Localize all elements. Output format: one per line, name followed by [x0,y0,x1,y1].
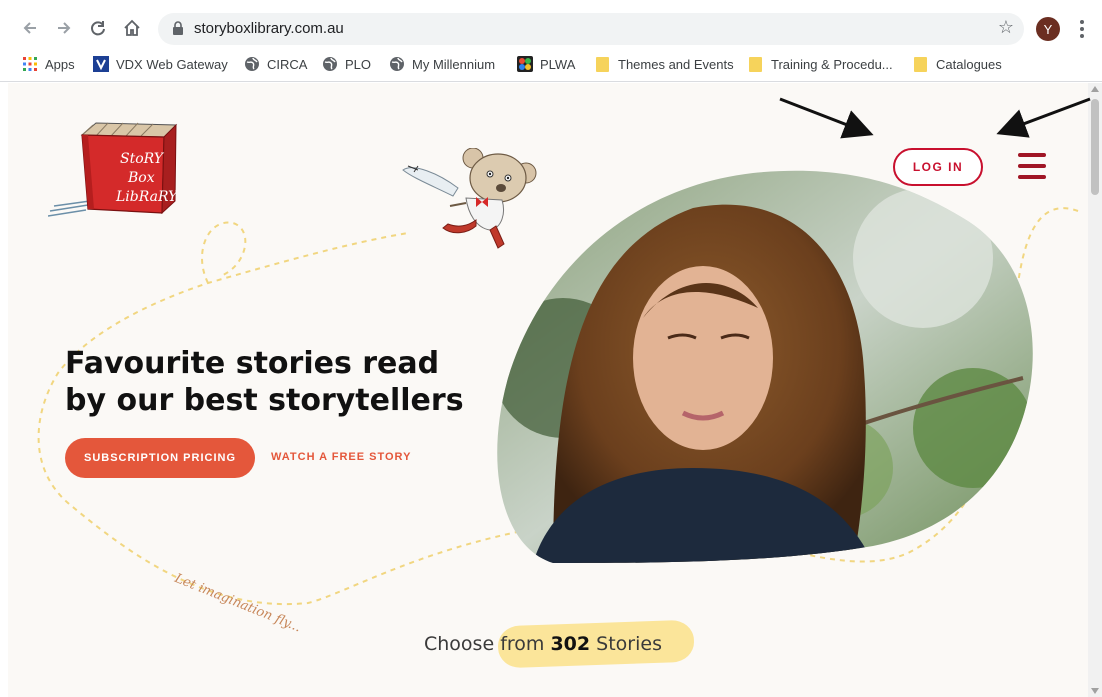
scrollbar-thumb[interactable] [1091,99,1099,195]
folder-icon [749,57,762,72]
back-arrow-icon [23,22,36,34]
subscription-pricing-button[interactable]: SUBSCRIPTION PRICING [65,438,255,478]
bookmark-themes-and-events[interactable]: Themes and Events [595,54,734,74]
browser-chrome: storyboxlibrary.com.au ☆ Y Apps VDX Web … [0,0,1102,82]
bookmark-label: PLWA [540,56,576,72]
watch-free-story-link[interactable]: WATCH A FREE STORY [271,451,411,463]
folder-icon [596,57,609,72]
profile-avatar[interactable]: Y [1036,17,1060,41]
hero-headline-line1: Favourite stories read [65,346,440,381]
bookmark-label: CIRCA [267,56,308,72]
logo-text-box: Box [127,170,155,186]
reload-button[interactable] [84,14,112,42]
reload-icon [91,21,105,36]
address-bar[interactable]: storyboxlibrary.com.au ☆ [158,13,1024,45]
logo-text-story: StoRY [120,151,165,167]
forward-arrow-icon [58,22,71,34]
bookmark-catalogues[interactable]: Catalogues [913,54,1002,74]
hero-headline: Favourite stories read by our best story… [65,345,485,419]
bookmarks-bar: Apps VDX Web Gateway CIRCA PLO My Millen… [0,50,1102,78]
page-viewport: StoRY Box LibRaRY LOG IN Favourite stori… [8,83,1088,697]
lock-icon [173,21,183,35]
choose-suffix: Stories [590,633,662,655]
address-url: storyboxlibrary.com.au [194,20,344,37]
bookmark-label: PLO [345,56,372,72]
forward-button[interactable] [50,14,78,42]
bookmark-label: Apps [45,56,75,72]
bookmark-apps[interactable]: Apps [22,54,75,74]
globe-icon [245,57,259,71]
page-scrollbar[interactable] [1088,83,1102,697]
apps-grid-icon [23,57,37,71]
back-button[interactable] [16,14,44,42]
story-box-library-logo[interactable]: StoRY Box LibRaRY [48,113,188,218]
bookmark-label: My Millennium [412,56,496,72]
bookmark-label: Themes and Events [618,56,734,72]
globe-icon [390,57,404,71]
scroll-up-arrow-icon[interactable] [1091,86,1099,92]
plwa-favicon-icon [517,56,533,72]
home-icon [124,19,140,36]
hero-headline-line2: by our best storytellers [65,383,464,418]
bookmark-my-millennium[interactable]: My Millennium [389,54,495,74]
hero-video[interactable] [493,168,1038,563]
globe-icon [323,57,337,71]
bookmark-label: Catalogues [936,56,1002,72]
bookmark-star-icon[interactable]: ☆ [998,17,1014,38]
bookmark-label: VDX Web Gateway [116,56,228,72]
choose-from: from [500,633,551,655]
bookmark-plwa[interactable]: PLWA [517,54,575,74]
vdx-favicon-icon [93,56,109,72]
folder-icon [914,57,927,72]
browser-toolbar: storyboxlibrary.com.au ☆ Y [0,8,1102,48]
browser-menu-icon[interactable] [1078,19,1086,39]
bookmark-vdx-web-gateway[interactable]: VDX Web Gateway [93,54,228,74]
bookmark-label: Training & Procedu... [771,56,893,72]
choose-prefix: Choose [424,633,501,655]
logo-text-library: LibRaRY [115,189,179,205]
scroll-down-arrow-icon[interactable] [1091,688,1099,694]
story-count: 302 [550,633,591,655]
story-count-heading: Choose from 302 Stories [424,633,662,655]
home-button[interactable] [118,14,146,42]
bookmark-training-procedures[interactable]: Training & Procedu... [748,54,893,74]
bookmark-circa[interactable]: CIRCA [244,54,307,74]
bookmark-plo[interactable]: PLO [322,54,371,74]
